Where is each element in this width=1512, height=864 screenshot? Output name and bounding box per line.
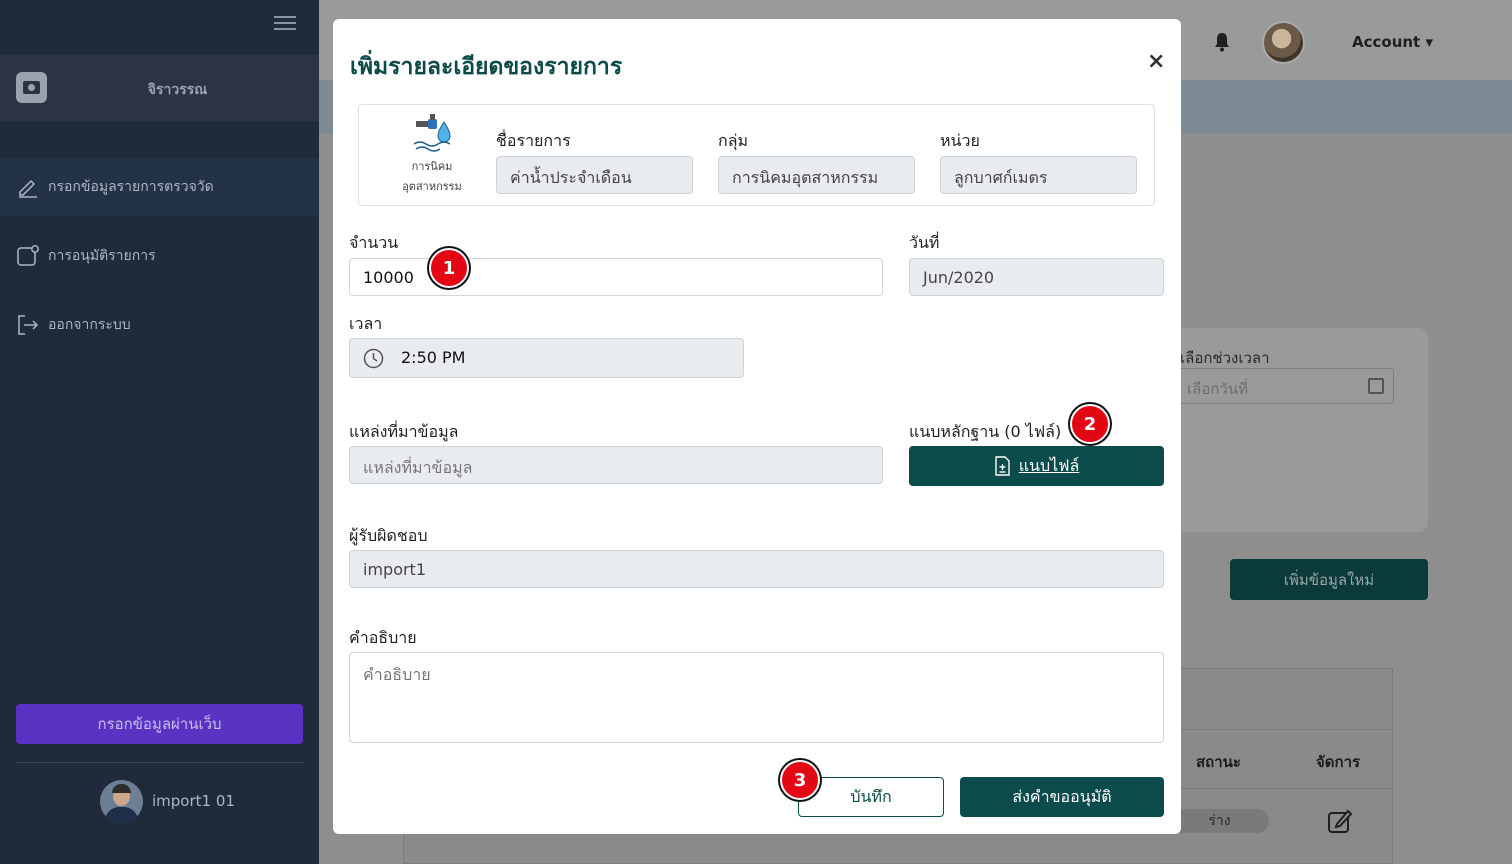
source-label: แหล่งที่มาข้อมูล xyxy=(349,422,459,441)
hamburger-menu-icon[interactable] xyxy=(274,12,296,34)
edit-icon[interactable] xyxy=(1327,808,1353,834)
annotation-marker-1: 1 xyxy=(429,248,469,288)
responsible-field: import1 xyxy=(349,550,1164,588)
date-placeholder: เลือกวันที่ xyxy=(1187,380,1248,398)
amount-label: จำนวน xyxy=(349,233,399,252)
date-label: วันที่ xyxy=(909,233,940,252)
annotation-marker-2: 2 xyxy=(1070,404,1110,444)
attach-file-label: แนบไฟล์ xyxy=(1018,455,1080,475)
category-label: การนิคม xyxy=(411,160,453,173)
sidebar-user-name: import1 01 xyxy=(152,792,235,810)
item-name-label: ชื่อรายการ xyxy=(496,131,571,150)
web-entry-button[interactable]: กรอกข้อมูลผ่านเว็บ xyxy=(16,704,303,744)
description-label: คำอธิบาย xyxy=(349,628,417,647)
sidebar-item-label: กรอกข้อมูลรายการตรวจวัด xyxy=(48,179,214,195)
notification-icon xyxy=(16,244,40,268)
sidebar-item-label: การอนุมัติรายการ xyxy=(48,248,156,264)
modal-title: เพิ่มรายละเอียดของรายการ xyxy=(350,54,623,80)
avatar[interactable] xyxy=(100,780,143,823)
group-field: การนิคมอุตสาหกรรม xyxy=(718,156,915,194)
evidence-label: แนบหลักฐาน (0 ไฟล์) xyxy=(909,422,1062,441)
time-picker[interactable]: 2:50 PM xyxy=(349,338,744,378)
date-picker-input[interactable]: เลือกวันที่ xyxy=(1176,368,1394,404)
add-new-button[interactable]: เพิ่มข้อมูลใหม่ xyxy=(1230,559,1428,600)
description-textarea[interactable]: คำอธิบาย xyxy=(349,652,1164,743)
time-value: 2:50 PM xyxy=(401,348,466,367)
time-label: เวลา xyxy=(349,314,383,333)
responsible-label: ผู้รับผิดชอบ xyxy=(349,526,428,545)
item-summary-box: การนิคม อุตสาหกรรม ชื่อรายการ ค่าน้ำประจ… xyxy=(358,104,1155,206)
submit-approval-button[interactable]: ส่งคำขออนุมัติ xyxy=(960,777,1164,817)
close-icon[interactable]: × xyxy=(1147,49,1165,74)
sidebar-item-approval[interactable]: การอนุมัติรายการ xyxy=(0,227,319,285)
logout-icon xyxy=(16,313,40,337)
table-header-status: สถานะ xyxy=(1196,753,1241,771)
sidebar-user-header: จิราวรรณ xyxy=(0,55,319,121)
camera-icon[interactable] xyxy=(16,72,47,103)
save-button[interactable]: บันทึก xyxy=(798,777,944,817)
sidebar-item-logout[interactable]: ออกจากระบบ xyxy=(0,296,319,354)
account-avatar[interactable] xyxy=(1262,21,1305,64)
date-range-label: เลือกช่วงเวลา xyxy=(1180,349,1270,367)
source-input[interactable]: แหล่งที่มาข้อมูล xyxy=(349,446,883,484)
attach-file-button[interactable]: แนบไฟล์ xyxy=(909,446,1164,486)
bell-icon[interactable] xyxy=(1213,32,1231,52)
status-badge: ร่าง xyxy=(1170,809,1269,833)
sidebar-item-label: ออกจากระบบ xyxy=(48,317,131,333)
sidebar-item-enter-data[interactable]: กรอกข้อมูลรายการตรวจวัด xyxy=(0,158,319,216)
account-menu[interactable]: Account ▾ xyxy=(1352,33,1433,51)
category-label-2: อุตสาหกรรม xyxy=(402,180,462,193)
water-tap-icon xyxy=(413,114,451,152)
add-item-detail-modal: เพิ่มรายละเอียดของรายการ × การนิคม อุตสา… xyxy=(333,19,1181,834)
edit-icon xyxy=(16,175,40,199)
sidebar-divider xyxy=(16,762,303,763)
calendar-icon xyxy=(1368,378,1384,394)
clock-icon xyxy=(363,348,384,369)
unit-field: ลูกบาศก์เมตร xyxy=(940,156,1137,194)
annotation-marker-3: 3 xyxy=(780,760,820,800)
item-name-field: ค่าน้ำประจำเดือน xyxy=(496,156,693,194)
date-field[interactable]: Jun/2020 xyxy=(909,258,1164,296)
file-add-icon xyxy=(995,456,1010,476)
group-label: กลุ่ม xyxy=(718,131,749,150)
sidebar-username: จิราวรรณ xyxy=(147,82,208,98)
sidebar: จิราวรรณ กรอกข้อมูลรายการตรวจวัด การอนุม… xyxy=(0,0,319,864)
unit-label: หน่วย xyxy=(940,131,980,150)
table-header-manage: จัดการ xyxy=(1316,753,1361,771)
